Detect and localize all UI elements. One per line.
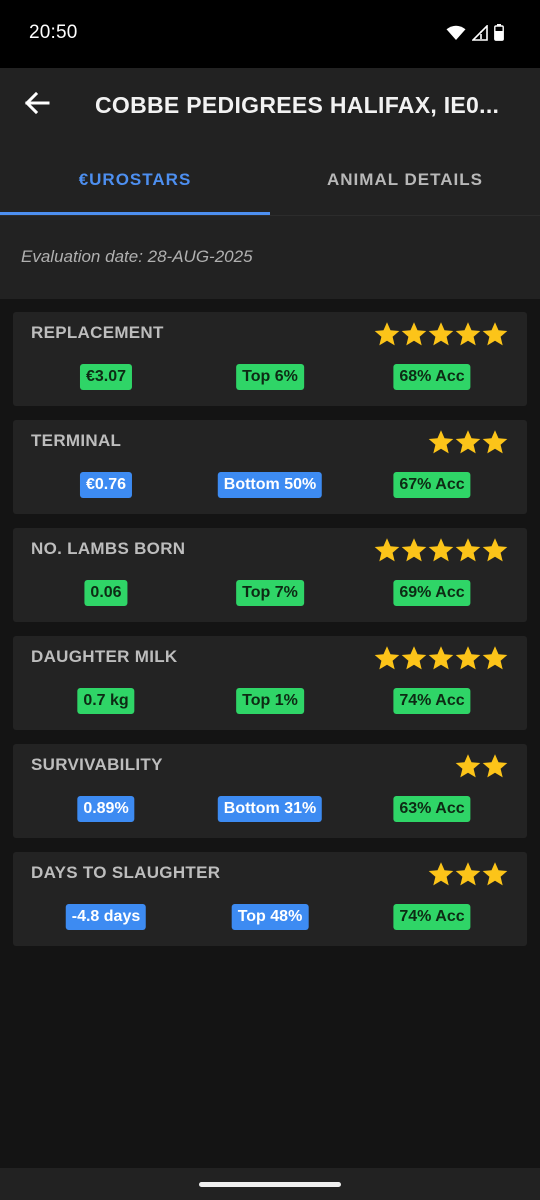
- trait-card: REPLACEMENT €3.07 Top 6% 68% Acc: [13, 312, 527, 406]
- trait-card: TERMINAL €0.76 Bottom 50% 67% Acc: [13, 420, 527, 514]
- tab-eurostars-label: €UROSTARS: [78, 169, 192, 189]
- trait-card: DAUGHTER MILK 0.7 kg Top 1% 74% Acc: [13, 636, 527, 730]
- value-badge: 0.06: [84, 580, 128, 606]
- star-icon: [428, 538, 454, 562]
- star-icon: [455, 538, 481, 562]
- star-icon: [401, 646, 427, 670]
- star-icon: [428, 322, 454, 346]
- trait-name: NO. LAMBS BORN: [31, 539, 186, 558]
- trait-card: DAYS TO SLAUGHTER -4.8 days Top 48% 74% Acc: [13, 852, 527, 946]
- star-icon: [428, 646, 454, 670]
- evaluation-date: Evaluation date: 28-AUG-2025: [21, 247, 253, 266]
- value-badge: €3.07: [79, 364, 133, 390]
- rank-badge: Top 48%: [231, 904, 309, 930]
- star-icon: [455, 862, 481, 886]
- status-time: 20:50: [29, 22, 78, 43]
- trait-name: TERMINAL: [31, 431, 122, 450]
- rank-badge: Bottom 31%: [217, 796, 323, 822]
- rank-badge: Top 7%: [236, 580, 304, 606]
- accuracy-badge: 74% Acc: [393, 688, 471, 714]
- accuracy-badge: 67% Acc: [393, 472, 471, 498]
- accuracy-badge: 63% Acc: [393, 796, 471, 822]
- status-icons: [446, 23, 504, 46]
- star-icon: [482, 754, 508, 778]
- gesture-handle[interactable]: [199, 1182, 341, 1187]
- star-icon: [401, 538, 427, 562]
- star-icon: [455, 754, 481, 778]
- wifi-icon: [446, 25, 466, 46]
- trait-name: DAUGHTER MILK: [31, 647, 178, 666]
- trait-list: REPLACEMENT €3.07 Top 6% 68% Acc TERMINAL €0.…: [13, 312, 527, 960]
- trait-card: SURVIVABILITY 0.89% Bottom 31% 63% Acc: [13, 744, 527, 838]
- trait-card: NO. LAMBS BORN 0.06 Top 7% 69% Acc: [13, 528, 527, 622]
- star-icon: [428, 430, 454, 454]
- trait-name: REPLACEMENT: [31, 323, 164, 342]
- back-button[interactable]: [14, 82, 60, 128]
- value-badge: 0.7 kg: [77, 688, 135, 714]
- star-icon: [401, 322, 427, 346]
- rank-badge: Top 1%: [236, 688, 304, 714]
- star-icon: [455, 646, 481, 670]
- accuracy-badge: 69% Acc: [393, 580, 471, 606]
- tab-bar: €UROSTARS ANIMAL DETAILS: [0, 144, 540, 215]
- signal-icon: [471, 23, 488, 46]
- tab-animal-details[interactable]: ANIMAL DETAILS: [270, 144, 540, 215]
- star-icon: [482, 862, 508, 886]
- navigation-bar: [0, 1168, 540, 1200]
- star-rating: [374, 321, 508, 347]
- star-rating: [428, 429, 508, 455]
- trait-name: DAYS TO SLAUGHTER: [31, 863, 221, 882]
- star-icon: [482, 538, 508, 562]
- rank-badge: Bottom 50%: [217, 472, 323, 498]
- star-icon: [374, 322, 400, 346]
- accuracy-badge: 68% Acc: [393, 364, 471, 390]
- star-icon: [455, 430, 481, 454]
- star-icon: [428, 862, 454, 886]
- trait-name: SURVIVABILITY: [31, 755, 163, 774]
- star-icon: [374, 646, 400, 670]
- star-icon: [482, 646, 508, 670]
- evaluation-bar: Evaluation date: 28-AUG-2025: [0, 215, 540, 299]
- star-icon: [482, 322, 508, 346]
- star-icon: [374, 538, 400, 562]
- value-badge: -4.8 days: [65, 904, 147, 930]
- star-icon: [482, 430, 508, 454]
- status-bar: 20:50: [0, 0, 540, 68]
- accuracy-badge: 74% Acc: [393, 904, 471, 930]
- tab-eurostars[interactable]: €UROSTARS: [0, 144, 270, 215]
- star-icon: [455, 322, 481, 346]
- value-badge: €0.76: [79, 472, 133, 498]
- star-rating: [374, 537, 508, 563]
- star-rating: [428, 861, 508, 887]
- star-rating: [455, 753, 508, 779]
- arrow-left-icon: [24, 91, 50, 120]
- value-badge: 0.89%: [77, 796, 135, 822]
- battery-icon: [494, 24, 504, 46]
- app-bar: COBBE PEDIGREES HALIFAX, IE0...: [0, 68, 540, 144]
- star-rating: [374, 645, 508, 671]
- tab-animal-details-label: ANIMAL DETAILS: [327, 169, 483, 189]
- page-title: COBBE PEDIGREES HALIFAX, IE0...: [95, 92, 500, 118]
- rank-badge: Top 6%: [236, 364, 304, 390]
